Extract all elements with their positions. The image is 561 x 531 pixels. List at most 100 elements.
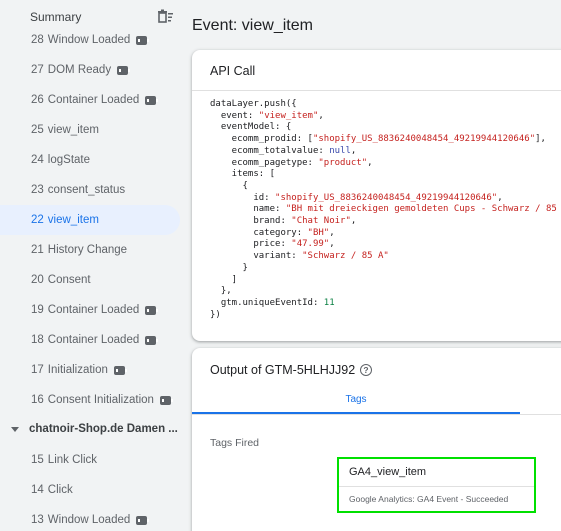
code-key: ecomm_totalvalue: (210, 145, 330, 156)
event-number: 16 (31, 394, 44, 406)
help-icon[interactable]: ? (360, 364, 372, 376)
code-key: ecomm_prodid: [ (210, 134, 313, 145)
clear-list-icon[interactable] (156, 8, 174, 26)
event-label: Container Loaded (47, 94, 140, 106)
tag-status: Google Analytics: GA4 Event - Succeeded (349, 494, 509, 504)
event-label: logState (47, 154, 90, 166)
fired-tag-card[interactable]: GA4_view_item Google Analytics: GA4 Even… (337, 457, 536, 513)
event-label: DOM Ready (47, 64, 112, 76)
event-item[interactable]: 17 Initialization (0, 355, 180, 385)
tag-icon (136, 35, 150, 45)
event-number: 19 (31, 304, 44, 316)
event-label: view_item (47, 124, 99, 136)
event-item[interactable]: 14 Click (0, 475, 180, 505)
code-key: name: (210, 204, 286, 215)
page-group-label: chatnoir-Shop.de Damen ... (29, 423, 178, 435)
event-item[interactable]: 15 Link Click (0, 445, 180, 475)
code-string: "shopify_US_8836240048454_49219944120646… (312, 134, 536, 145)
code-line: }, (210, 286, 232, 297)
divider (192, 414, 561, 415)
event-number: 28 (31, 34, 44, 46)
divider (339, 486, 534, 487)
event-item[interactable]: 23 consent_status (0, 175, 180, 205)
code-key: id: (210, 192, 276, 203)
api-call-card: API Call dataLayer.push({ event: "view_i… (192, 50, 561, 341)
tab-tags[interactable]: Tags (192, 386, 520, 414)
event-label: Consent (47, 274, 91, 286)
event-item[interactable]: 25 view_item (0, 115, 180, 145)
event-item[interactable]: 19 Container Loaded (0, 295, 180, 325)
event-sidebar: 28 Window Loaded 27 DOM Ready 26 Contain… (0, 0, 188, 531)
event-number: 20 (31, 274, 44, 286)
code-key: variant: (210, 251, 303, 262)
event-label: Initialization (47, 364, 108, 376)
code-string: "view_item" (258, 110, 319, 121)
code-key: brand: (210, 216, 292, 227)
code-string: "BH" (307, 227, 330, 238)
event-label: Window Loaded (47, 514, 131, 526)
event-item[interactable]: 21 History Change (0, 235, 180, 265)
code-line: ] (210, 274, 238, 285)
tag-icon (117, 65, 131, 75)
event-label: Click (47, 484, 73, 496)
event-number: 17 (31, 364, 44, 376)
event-label: Link Click (47, 454, 98, 466)
event-item[interactable]: 26 Container Loaded (0, 85, 180, 115)
api-call-title: API Call (210, 64, 256, 78)
summary-label: Summary (30, 10, 82, 24)
event-number: 14 (31, 484, 44, 496)
code-keyword: null (329, 145, 351, 156)
event-item[interactable]: 18 Container Loaded (0, 325, 180, 355)
event-label: Window Loaded (47, 34, 131, 46)
event-number: 18 (31, 334, 44, 346)
event-number: 13 (31, 514, 44, 526)
event-number: 24 (31, 154, 44, 166)
code-line: eventModel: { (210, 122, 292, 133)
event-label: History Change (47, 244, 128, 256)
code-key: event: (210, 110, 259, 121)
code-line: items: [ (210, 169, 276, 180)
code-string: "Chat Noir" (291, 216, 351, 227)
code-string: "product" (318, 157, 368, 168)
event-item[interactable]: 13 Window Loaded (0, 505, 180, 531)
code-line: }) (210, 309, 221, 320)
tag-assistant-app: 28 Window Loaded 27 DOM Ready 26 Contain… (0, 0, 561, 531)
summary-row[interactable]: Summary (0, 0, 188, 34)
event-number: 26 (31, 94, 44, 106)
code-string: "BH mit dreieckigen gemoldeten Cups - Sc… (285, 204, 561, 215)
tag-icon (145, 335, 159, 345)
event-number: 25 (31, 124, 44, 136)
event-item[interactable]: 24 logState (0, 145, 180, 175)
tags-fired-heading: Tags Fired (210, 437, 260, 449)
code-key: ecomm_pagetype: (210, 157, 319, 168)
caret-down-icon (11, 426, 19, 432)
divider (192, 90, 561, 91)
event-label: Container Loaded (47, 334, 140, 346)
tag-icon (159, 395, 173, 405)
output-card: Output of GTM-5HLHJJ92 ? Tags Tags Fired… (192, 348, 561, 531)
event-label: Consent Initialization (47, 394, 154, 406)
event-label: consent_status (47, 184, 126, 196)
tag-icon (113, 365, 127, 375)
event-item-selected[interactable]: 22 view_item (0, 205, 180, 235)
event-item[interactable]: 27 DOM Ready (0, 55, 180, 85)
event-number: 23 (31, 184, 44, 196)
code-line: { (210, 180, 248, 191)
code-string: "shopify_US_8836240048454_49219944120646… (275, 192, 498, 203)
event-number: 27 (31, 64, 44, 76)
page-group-header[interactable]: chatnoir-Shop.de Damen ... (0, 414, 188, 444)
event-number: 21 (31, 244, 44, 256)
code-line: dataLayer.push({ (210, 99, 297, 109)
event-label: view_item (47, 214, 99, 226)
tag-icon (145, 305, 159, 315)
event-item[interactable]: 20 Consent (0, 265, 180, 295)
event-number: 22 (31, 214, 44, 226)
code-key: price: (210, 239, 292, 250)
tag-name: GA4_view_item (349, 466, 427, 478)
tag-icon (145, 95, 159, 105)
event-label: Container Loaded (47, 304, 140, 316)
event-item[interactable]: 16 Consent Initialization (0, 385, 180, 415)
code-key: category: (210, 227, 308, 238)
code-key: gtm.uniqueEventId: (210, 297, 324, 308)
tag-icon (136, 515, 150, 525)
